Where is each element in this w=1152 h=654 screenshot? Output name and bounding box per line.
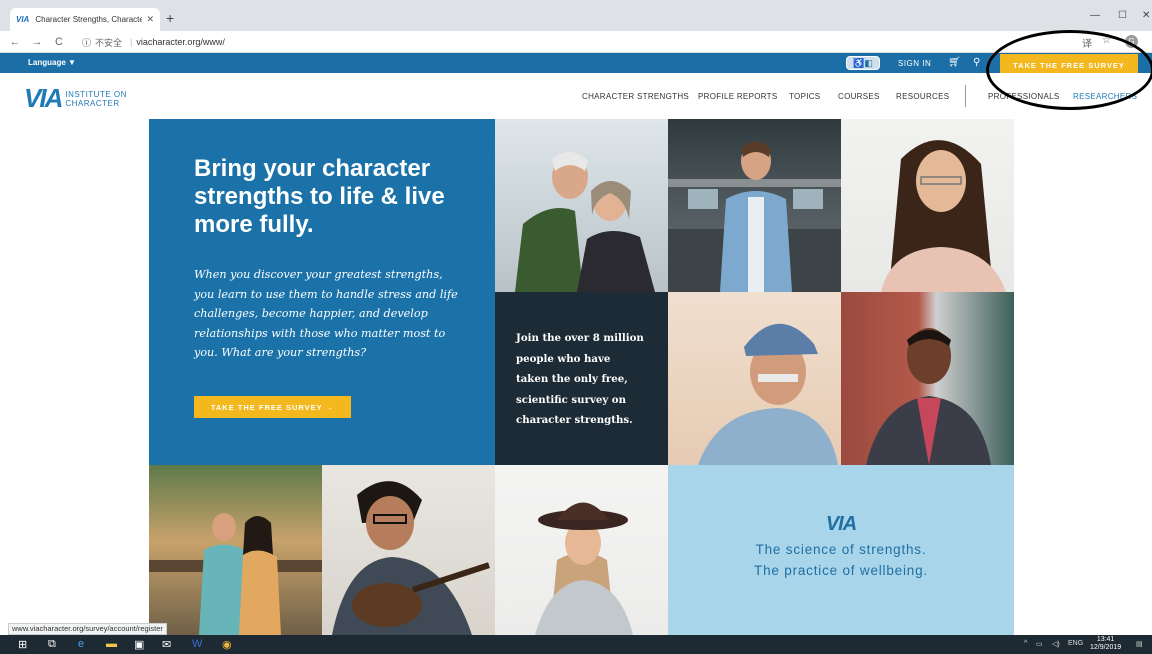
cart-icon[interactable]: 🛒︎ [948,57,961,68]
tab-close-icon[interactable]: ✕ [146,14,154,25]
nav-character-strengths[interactable]: CHARACTER STRENGTHS [582,92,689,101]
hero-body: When you discover your greatest strength… [194,268,458,359]
chrome-icon[interactable]: ◉ [222,638,232,651]
clock-date: 12/9/2019 [1090,644,1122,651]
sign-in-link[interactable]: SIGN IN [898,59,931,68]
photo-older-couple-art [515,151,655,292]
hero-panel: Bring your character strengths to life &… [149,119,495,465]
photo-guitar-man-art [332,481,490,635]
bookmark-star-icon[interactable]: ☆ [1102,35,1111,46]
maximize-button[interactable]: ☐ [1118,10,1127,21]
science-logo-mark: VIA [825,513,857,535]
science-banner: VIA The science of strengths. The practi… [668,465,1014,635]
insecure-label: 不安全 [95,37,123,48]
photo-office-man [668,119,841,292]
via-logo[interactable]: VIA INSTITUTE ON CHARACTER [24,83,127,114]
notification-icon[interactable]: ▤ [1136,640,1143,648]
photo-older-man-cap-art [698,323,838,465]
profile-avatar[interactable]: G [1125,35,1138,48]
photo-smiling-man-art [866,328,991,465]
store-icon[interactable]: ▣ [134,638,144,651]
address-bar[interactable]: ⓘ 不安全 | viacharacter.org/www/ [82,34,1072,50]
nav-resources[interactable]: RESOURCES [896,92,949,101]
language-selector[interactable]: Language ▼ [28,58,76,67]
back-arrow-icon[interactable]: ← [8,36,22,48]
windows-start-icon[interactable]: ⊞ [18,638,27,651]
nav-profile-reports[interactable]: PROFILE REPORTS [698,92,777,101]
reload-icon[interactable]: C [52,36,66,48]
nav-professionals[interactable]: PROFESSIONALS [988,92,1059,101]
input-language[interactable]: ENG [1068,640,1083,647]
browser-tab[interactable]: VIA Character Strengths, Characte ✕ [10,8,160,31]
science-line-1: The science of strengths. [755,542,927,557]
search-icon[interactable]: ⚲ [973,57,980,68]
url-text: viacharacter.org/www/ [136,37,225,47]
logo-mark: VIA [24,83,63,113]
accessibility-icon[interactable]: ♿◧ [846,56,880,70]
browser-tab-bar: VIA Character Strengths, Characte ✕ + — … [0,0,1152,31]
photo-older-couple [495,119,668,292]
logo-text: INSTITUTE ON CHARACTER [65,90,127,108]
logo-line-1: INSTITUTE ON [65,89,127,99]
network-icon[interactable]: ▭ [1036,640,1043,648]
tab-title: Character Strengths, Characte [35,15,143,24]
via-favicon-icon: VIA [16,15,30,24]
logo-line-2: CHARACTER [65,98,120,108]
screen: VIA Character Strengths, Characte ✕ + — … [0,0,1152,654]
status-url: www.viacharacter.org/survey/account/regi… [8,623,167,635]
stat-callout: Join the over 8 million people who have … [495,292,668,465]
mail-icon[interactable]: ✉ [162,638,171,651]
nav-topics[interactable]: TOPICS [789,92,820,101]
stat-callout-text: Join the over 8 million people who have … [516,332,644,426]
photo-young-woman-art [881,140,1006,292]
url-separator: | [130,37,133,47]
photo-older-man-cap [668,292,841,465]
nav-researchers[interactable]: RESEARCHERS [1073,92,1137,101]
clock-time: 13:41 [1096,636,1115,643]
forward-arrow-icon[interactable]: → [30,36,44,48]
photo-office-man-art [668,141,841,292]
taskbar-clock[interactable]: 13:41 12/9/2019 [1090,636,1121,652]
nav-courses[interactable]: COURSES [838,92,880,101]
new-tab-button[interactable]: + [166,10,174,26]
tray-chevron-icon[interactable]: ^ [1024,640,1027,647]
photo-two-women [149,465,322,635]
photo-smiling-man [841,292,1014,465]
info-icon[interactable]: ⓘ [82,36,91,49]
photo-woman-hat [495,465,668,635]
photo-woman-hat-art [535,502,633,635]
science-line-2: The practice of wellbeing. [754,563,928,578]
photo-young-woman [841,119,1014,292]
volume-icon[interactable]: ◁) [1052,640,1060,648]
windows-taskbar: ⊞ ⧉ e ▬ ▣ ✉ W ◉ ^ ▭ ◁) ENG 13:41 12/9/20… [0,635,1152,654]
task-view-icon[interactable]: ⧉ [48,638,56,651]
window-close-button[interactable]: ✕ [1142,10,1150,21]
word-icon[interactable]: W [192,638,202,650]
site-utility-bar: Language ▼ ♿◧ SIGN IN 🛒︎ ⚲ [0,53,1152,73]
take-free-survey-button[interactable]: TAKE THE FREE SURVEY → [194,396,351,418]
file-explorer-icon[interactable]: ▬ [106,638,117,650]
photo-guitar-man [322,465,495,635]
photo-two-women-art [149,513,322,635]
nav-divider [965,85,966,107]
edge-icon[interactable]: e [78,638,84,650]
browser-toolbar: ← → C ⓘ 不安全 | viacharacter.org/www/ 译 ☆ [0,31,1152,53]
minimize-button[interactable]: — [1090,10,1100,21]
hero-title: Bring your character strengths to life &… [194,155,445,238]
translate-icon[interactable]: 译 [1082,35,1092,50]
site-nav: VIA INSTITUTE ON CHARACTER CHARACTER STR… [0,73,1152,118]
